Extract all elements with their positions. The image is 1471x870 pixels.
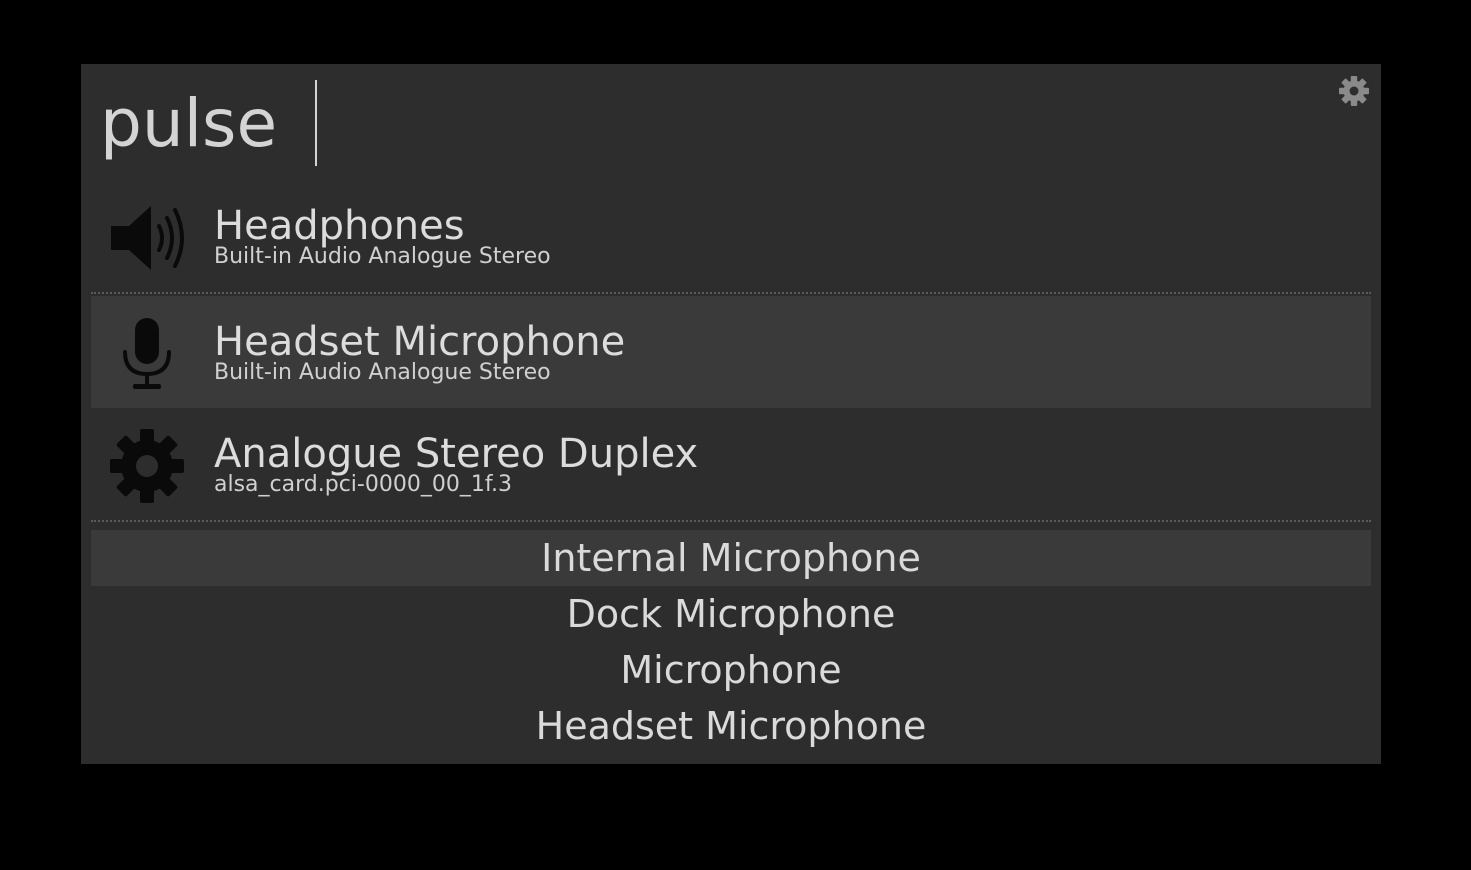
action-list: Internal Microphone Dock Microphone Micr… bbox=[91, 530, 1371, 754]
result-analogue-stereo-duplex[interactable]: Analogue Stereo Duplex alsa_card.pci-000… bbox=[91, 408, 1371, 520]
speaker-icon bbox=[111, 206, 184, 270]
results-list: Headphones Built-in Audio Analogue Stere… bbox=[91, 180, 1371, 524]
settings-button[interactable] bbox=[1337, 74, 1371, 108]
result-subtitle: Built-in Audio Analogue Stereo bbox=[214, 244, 551, 269]
result-title: Analogue Stereo Duplex bbox=[214, 431, 699, 477]
result-title: Headset Microphone bbox=[214, 319, 626, 365]
result-headphones[interactable]: Headphones Built-in Audio Analogue Stere… bbox=[91, 180, 1371, 292]
launcher-window: pulse Headphones Built-in Audio Analogue… bbox=[81, 64, 1381, 764]
action-headset-microphone[interactable]: Headset Microphone bbox=[91, 698, 1371, 754]
result-headset-microphone[interactable]: Headset Microphone Built-in Audio Analog… bbox=[91, 296, 1371, 408]
action-dock-microphone[interactable]: Dock Microphone bbox=[91, 586, 1371, 642]
search-bar[interactable]: pulse bbox=[81, 64, 1381, 184]
search-input[interactable]: pulse bbox=[100, 84, 277, 164]
divider bbox=[91, 520, 1371, 524]
gear-icon bbox=[1339, 76, 1369, 106]
action-internal-microphone[interactable]: Internal Microphone bbox=[91, 530, 1371, 586]
action-microphone[interactable]: Microphone bbox=[91, 642, 1371, 698]
text-caret bbox=[315, 80, 317, 166]
gear-icon bbox=[110, 429, 184, 503]
result-subtitle: alsa_card.pci-0000_00_1f.3 bbox=[214, 472, 512, 497]
result-subtitle: Built-in Audio Analogue Stereo bbox=[214, 360, 551, 385]
microphone-icon bbox=[123, 318, 171, 389]
result-title: Headphones bbox=[214, 203, 465, 249]
